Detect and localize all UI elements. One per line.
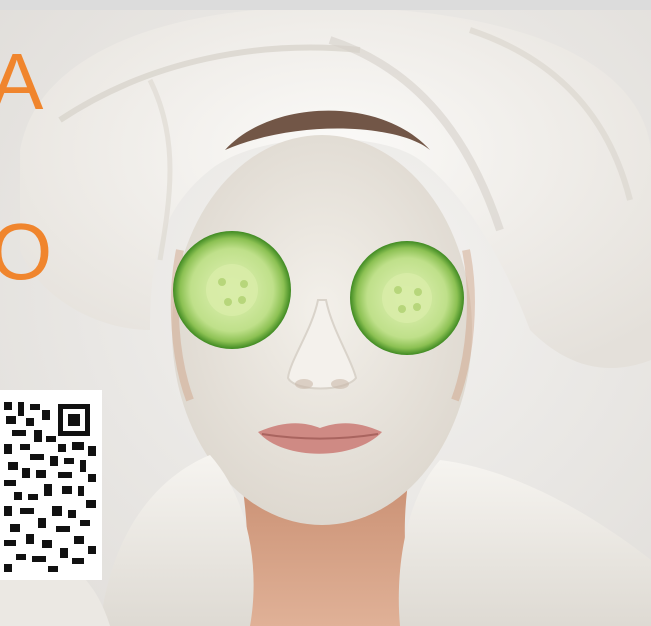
promo-text-line2: O [0, 207, 53, 296]
top-edge-bar [0, 0, 651, 10]
cucumber-right-icon [350, 241, 464, 355]
promo-text-line1: A [0, 37, 44, 126]
ad-canvas: A O [0, 0, 651, 626]
qr-code[interactable] [0, 390, 102, 580]
cucumber-left-icon [173, 231, 291, 349]
qr-code-icon [0, 390, 102, 580]
